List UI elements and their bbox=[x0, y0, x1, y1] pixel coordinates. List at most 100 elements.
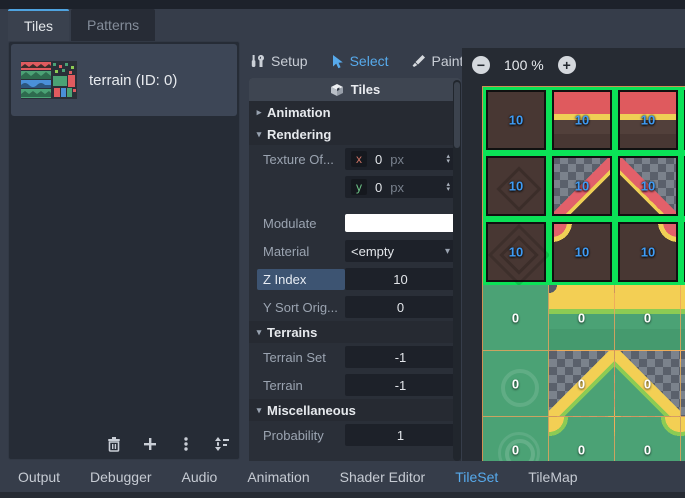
atlas-tile[interactable]: 10 bbox=[483, 87, 549, 153]
bottom-bar-item-tilemap[interactable]: TileMap bbox=[528, 469, 577, 485]
tile-z-index-label: 0 bbox=[681, 442, 685, 457]
tile-z-index-label: 10 bbox=[552, 113, 612, 128]
tab-patterns[interactable]: Patterns bbox=[71, 9, 155, 41]
tile-z-index-label: 0 bbox=[483, 376, 548, 391]
section-miscellaneous-label: Miscellaneous bbox=[267, 403, 356, 418]
atlas-tile[interactable]: 0 bbox=[549, 417, 615, 461]
spinner-updown-icon[interactable]: ▴▾ bbox=[446, 182, 450, 192]
bottom-bar-item-debugger[interactable]: Debugger bbox=[90, 469, 152, 485]
source-list-item-terrain[interactable]: terrain (ID: 0) bbox=[11, 44, 237, 116]
source-tabs: Tiles Patterns bbox=[8, 9, 155, 41]
atlas-tile[interactable]: 0 bbox=[483, 417, 549, 461]
z-index-label[interactable]: Z Index bbox=[257, 269, 345, 290]
y-axis-badge: y bbox=[351, 179, 367, 195]
atlas-tile[interactable]: 10 bbox=[681, 153, 685, 219]
tab-tiles[interactable]: Tiles bbox=[8, 9, 69, 41]
terrain-set-label: Terrain Set bbox=[263, 350, 345, 365]
terrain-field[interactable]: -1 bbox=[345, 374, 456, 396]
atlas-tile[interactable]: 10 bbox=[483, 219, 549, 285]
chevron-down-icon: ▾ bbox=[253, 129, 265, 140]
tileset-thumbnail bbox=[21, 61, 77, 99]
tile-z-index-label: 0 bbox=[615, 310, 680, 325]
atlas-tile[interactable]: 10 bbox=[615, 87, 681, 153]
y-sort-origin-value: 0 bbox=[397, 300, 404, 315]
section-terrains[interactable]: ▾ Terrains bbox=[249, 321, 461, 343]
editor-top-divider bbox=[0, 0, 685, 9]
modulate-color-picker[interactable] bbox=[345, 214, 456, 232]
setup-tool-button[interactable]: Setup bbox=[250, 53, 308, 69]
atlas-tile[interactable]: 10 bbox=[483, 153, 549, 219]
atlas-tile[interactable]: 10 bbox=[615, 219, 681, 285]
section-animation[interactable]: ▸ Animation bbox=[249, 101, 461, 123]
property-y-sort-origin: Y Sort Orig... 0 bbox=[249, 293, 461, 321]
atlas-tile[interactable]: 10 bbox=[549, 153, 615, 219]
zoom-in-button[interactable]: + bbox=[558, 56, 576, 74]
y-sort-origin-label: Y Sort Orig... bbox=[263, 300, 345, 315]
section-miscellaneous[interactable]: ▾ Miscellaneous bbox=[249, 399, 461, 421]
atlas-tile[interactable]: 10 bbox=[549, 87, 615, 153]
atlas-tile[interactable]: 0 bbox=[615, 285, 681, 351]
inspector-scrollbar[interactable] bbox=[453, 80, 461, 461]
texture-origin-x-field[interactable]: x 0 px ▴▾ bbox=[345, 148, 456, 170]
probability-field[interactable]: 1 bbox=[345, 424, 456, 446]
tile-z-index-label: 10 bbox=[552, 245, 612, 260]
atlas-tile[interactable]: 10 bbox=[681, 87, 685, 153]
bottom-edge bbox=[0, 492, 685, 498]
atlas-tile[interactable]: 0 bbox=[483, 285, 549, 351]
atlas-tile[interactable]: 0 bbox=[549, 351, 615, 417]
atlas-view: − 100 % + 101010101010101010101010000000… bbox=[462, 48, 685, 461]
tile-inspector: Tiles ▸ Animation ▾ Rendering Texture Of… bbox=[249, 78, 461, 461]
tile-z-index-label: 0 bbox=[549, 310, 614, 325]
select-tool-button[interactable]: Select bbox=[330, 53, 389, 69]
atlas-tile[interactable]: 0 bbox=[681, 351, 685, 417]
section-rendering[interactable]: ▾ Rendering bbox=[249, 123, 461, 145]
atlas-tile[interactable]: 0 bbox=[681, 285, 685, 351]
atlas-tile[interactable]: 0 bbox=[615, 351, 681, 417]
atlas-tile[interactable]: 10 bbox=[681, 219, 685, 285]
bottom-bar-item-output[interactable]: Output bbox=[18, 469, 60, 485]
terrain-set-field[interactable]: -1 bbox=[345, 346, 456, 368]
probability-label: Probability bbox=[263, 428, 345, 443]
atlas-tile[interactable]: 10 bbox=[615, 153, 681, 219]
y-sort-origin-field[interactable]: 0 bbox=[345, 296, 456, 318]
terrain-label: Terrain bbox=[263, 378, 345, 393]
z-index-field[interactable]: 10 bbox=[345, 268, 456, 290]
paintbrush-icon bbox=[411, 54, 426, 69]
paint-tool-button[interactable]: Paint bbox=[411, 53, 464, 69]
modulate-label: Modulate bbox=[263, 216, 345, 231]
section-animation-label: Animation bbox=[267, 105, 331, 120]
paint-tool-label: Paint bbox=[432, 53, 464, 69]
delete-source-button[interactable] bbox=[103, 433, 125, 455]
atlas-tile[interactable]: 0 bbox=[681, 417, 685, 461]
texture-origin-label: Texture Of... bbox=[263, 152, 345, 167]
atlas-tile[interactable]: 0 bbox=[615, 417, 681, 461]
scrollbar-grabber[interactable] bbox=[454, 82, 460, 148]
source-item-label: terrain (ID: 0) bbox=[89, 72, 177, 89]
zoom-out-button[interactable]: − bbox=[472, 56, 490, 74]
spinner-updown-icon[interactable]: ▴▾ bbox=[446, 154, 450, 164]
terrain-set-value: -1 bbox=[395, 350, 407, 365]
texture-origin-y-field[interactable]: y 0 px ▴▾ bbox=[345, 176, 456, 198]
px-unit-label: px bbox=[390, 152, 404, 167]
property-terrain: Terrain -1 bbox=[249, 371, 461, 399]
atlas-tile[interactable]: 0 bbox=[483, 351, 549, 417]
property-modulate: Modulate bbox=[249, 209, 461, 237]
select-tool-label: Select bbox=[350, 53, 389, 69]
material-dropdown[interactable]: <empty ▾ bbox=[345, 240, 456, 262]
add-source-button[interactable] bbox=[139, 433, 161, 455]
sort-sources-button[interactable] bbox=[211, 433, 233, 455]
chevron-down-icon: ▾ bbox=[253, 405, 265, 416]
tile-z-index-label: 0 bbox=[615, 376, 680, 391]
tile-sources-list: terrain (ID: 0) bbox=[8, 41, 240, 460]
atlas-tile[interactable]: 0 bbox=[549, 285, 615, 351]
source-menu-button[interactable] bbox=[175, 433, 197, 455]
bottom-bar-item-tileset[interactable]: TileSet bbox=[455, 469, 498, 485]
bottom-bar-item-shader-editor[interactable]: Shader Editor bbox=[340, 469, 426, 485]
tile-z-index-label: 10 bbox=[486, 113, 546, 128]
tile-z-index-label: 10 bbox=[486, 245, 546, 260]
bottom-bar-item-animation[interactable]: Animation bbox=[247, 469, 309, 485]
tile-z-index-label: 10 bbox=[486, 179, 546, 194]
atlas-tile[interactable]: 10 bbox=[549, 219, 615, 285]
bottom-bar-item-audio[interactable]: Audio bbox=[182, 469, 218, 485]
tools-icon bbox=[250, 54, 265, 69]
